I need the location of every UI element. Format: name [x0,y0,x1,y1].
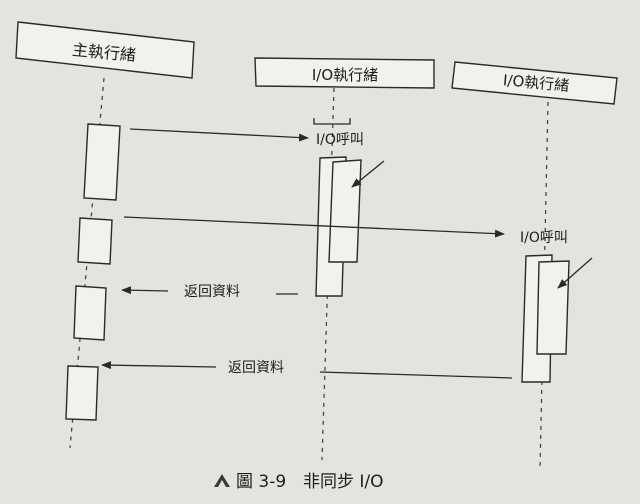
io-thread-1-label: I/O執行緒 [312,66,378,84]
main-thread-participant: 主執行緒 [15,21,195,79]
figure-caption: 圖 3-9 非同步 I/O [214,472,384,492]
io-call-label-1: I/O呼叫 [316,132,364,148]
main-activation-2 [77,217,113,265]
main-activation-4 [65,365,99,421]
io-call-arrow-1 [129,128,309,142]
return-arrow-1-head [121,286,169,295]
async-io-sequence-diagram: 主執行緒 I/O執行緒 I/O執行緒 I/O呼叫 I/O呼叫 返回資料 返回資料… [15,21,618,492]
triangle-a-icon [214,474,230,487]
io-thread-1-participant: I/O執行緒 [254,57,435,89]
return-arrow-2-tail [319,371,513,379]
return-label-1: 返回資料 [184,284,240,300]
io-thread-2-activation-inner [536,260,570,355]
io-call-arrow-2 [123,216,505,238]
io-call-label-2: I/O呼叫 [520,230,568,246]
main-activation-3 [73,285,107,341]
return-label-2: 返回資料 [228,360,284,376]
main-activation-1 [83,123,121,201]
return-arrow-2-head [101,361,217,370]
figure-title: 非同步 I/O [303,472,384,492]
figure-number: 圖 3-9 [236,472,286,492]
io-thread-1-activation-inner [328,159,362,263]
io-thread-2-participant: I/O執行緒 [451,61,618,105]
io-call-bracket [313,118,351,125]
